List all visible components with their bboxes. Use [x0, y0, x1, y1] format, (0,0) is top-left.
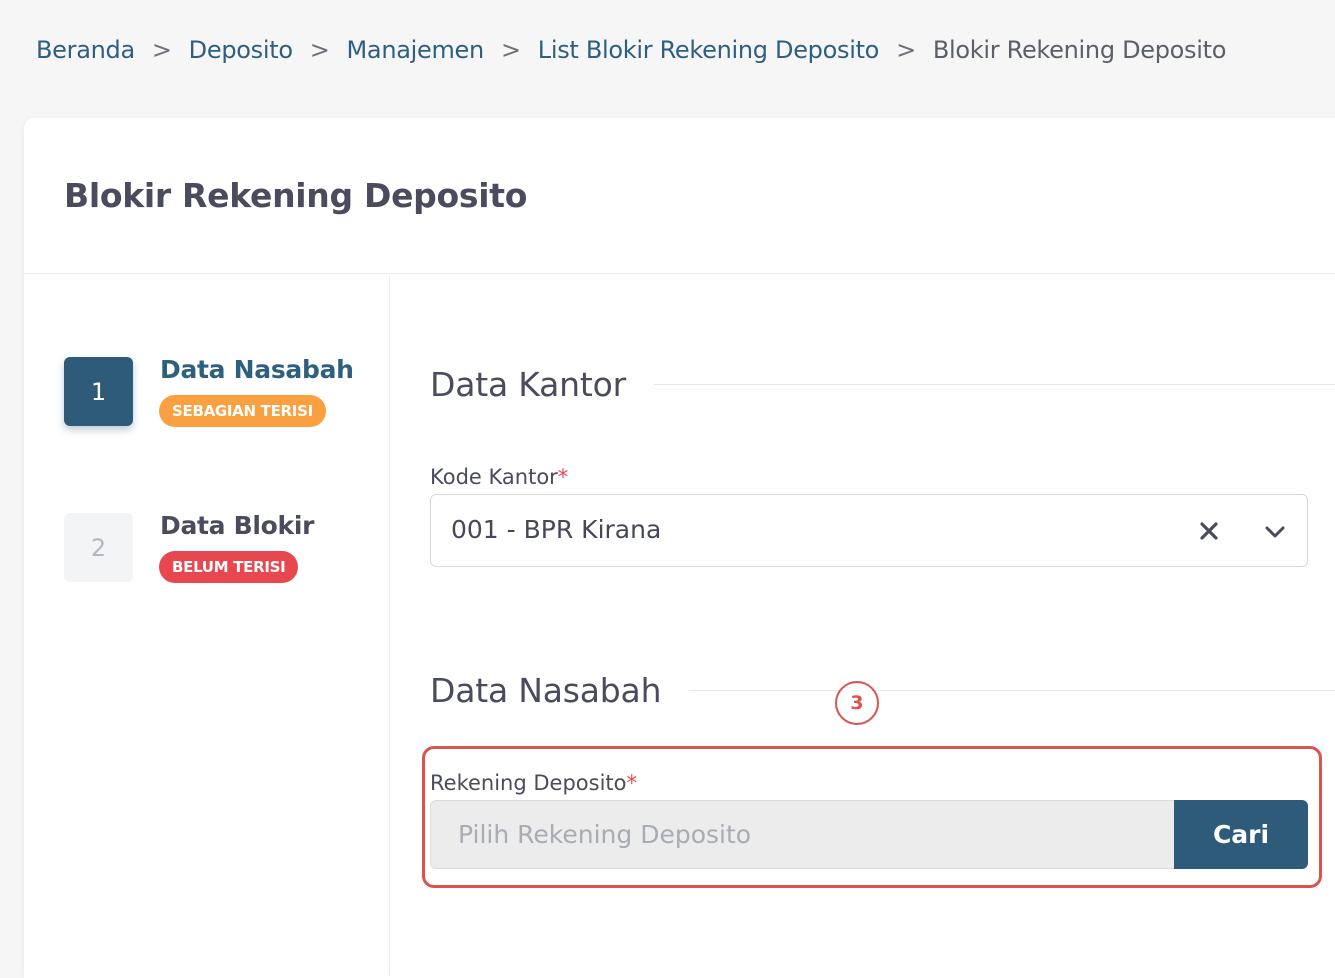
- annotation-highlight-box: [422, 746, 1322, 888]
- chevron-right-icon: >: [151, 36, 172, 64]
- step-number: 1: [64, 357, 133, 426]
- step-sidebar: 1 Data Nasabah SEBAGIAN TERISI 2 Data Bl…: [24, 275, 390, 975]
- section-data-kantor: Data Kantor: [430, 365, 1335, 404]
- kode-kantor-label-text: Kode Kantor: [430, 465, 558, 489]
- kode-kantor-select[interactable]: 001 - BPR Kirana: [430, 494, 1308, 567]
- breadcrumb-list-blokir[interactable]: List Blokir Rekening Deposito: [538, 36, 880, 64]
- page-title: Blokir Rekening Deposito: [64, 176, 528, 215]
- breadcrumb-beranda[interactable]: Beranda: [36, 36, 135, 64]
- step-number: 2: [64, 513, 133, 582]
- chevron-down-icon[interactable]: [1261, 518, 1289, 546]
- section-data-nasabah: Data Nasabah: [430, 671, 1335, 710]
- annotation-marker: 3: [835, 681, 879, 725]
- kode-kantor-label: Kode Kantor*: [430, 465, 568, 489]
- breadcrumb: Beranda > Deposito > Manajemen > List Bl…: [36, 36, 1226, 64]
- chevron-right-icon: >: [309, 36, 330, 64]
- section-title: Data Kantor: [430, 365, 626, 404]
- card-header: Blokir Rekening Deposito: [24, 118, 1335, 274]
- close-icon[interactable]: [1195, 517, 1223, 545]
- required-mark: *: [557, 465, 569, 489]
- breadcrumb-manajemen[interactable]: Manajemen: [347, 36, 485, 64]
- kode-kantor-value: 001 - BPR Kirana: [451, 515, 662, 544]
- step-title: Data Blokir: [160, 511, 315, 540]
- section-divider: [689, 690, 1335, 691]
- status-badge: BELUM TERISI: [159, 551, 299, 583]
- status-badge: SEBAGIAN TERISI: [159, 395, 326, 427]
- section-title: Data Nasabah: [430, 671, 662, 710]
- chevron-right-icon: >: [896, 36, 916, 64]
- chevron-right-icon: >: [500, 36, 521, 64]
- section-divider: [653, 384, 1335, 385]
- breadcrumb-deposito[interactable]: Deposito: [189, 36, 293, 64]
- step-title: Data Nasabah: [160, 355, 354, 384]
- breadcrumb-current: Blokir Rekening Deposito: [932, 36, 1227, 64]
